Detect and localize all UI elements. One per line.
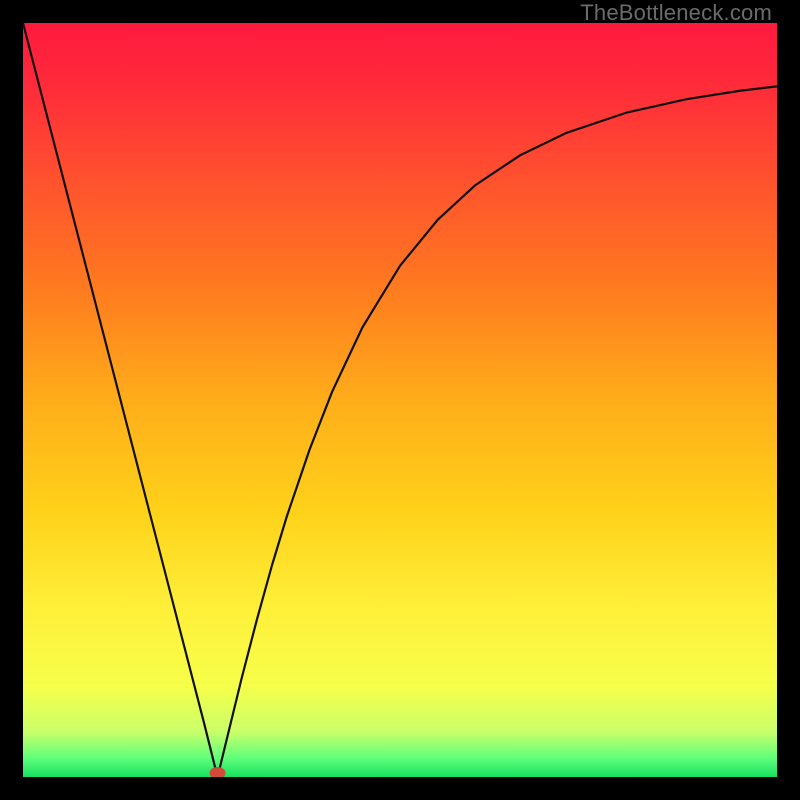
chart-frame — [23, 23, 777, 777]
bottleneck-chart — [23, 23, 777, 777]
gradient-background — [23, 23, 777, 777]
watermark-text: TheBottleneck.com — [580, 0, 772, 26]
